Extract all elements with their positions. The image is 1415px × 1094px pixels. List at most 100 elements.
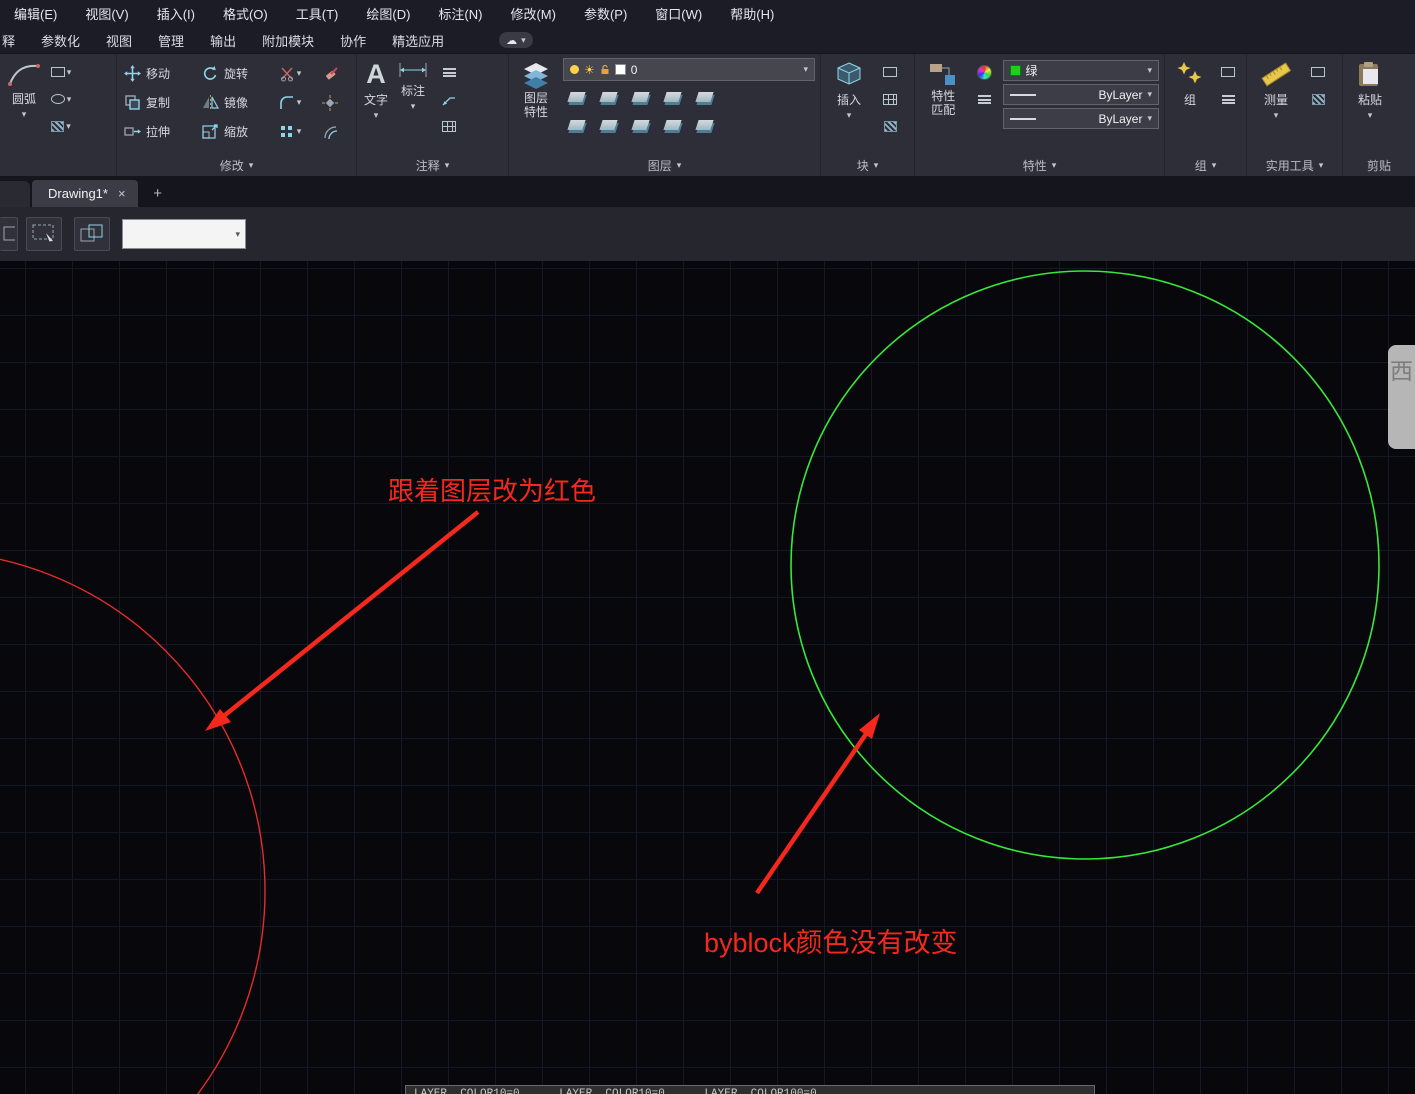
rectangle-tool[interactable]: ▾ <box>48 60 74 84</box>
insert-block-tool[interactable]: 插入 ▾ <box>826 58 872 155</box>
menu-item-format[interactable]: 格式(O) <box>209 4 282 23</box>
point-style-tool[interactable] <box>1305 87 1331 111</box>
cloud-menu-button[interactable]: ☁ ▾ <box>499 32 533 48</box>
layer-unisolate-tool[interactable] <box>595 113 621 137</box>
object-color-select[interactable]: 绿 ▾ <box>1002 60 1159 81</box>
arc-tool[interactable]: 圆弧 ▾ <box>5 58 43 155</box>
ribbon-tab-collaborate[interactable]: 协作 <box>327 31 379 50</box>
menu-item-insert[interactable]: 插入(I) <box>143 4 209 23</box>
layer-thaw-tool[interactable] <box>627 113 653 137</box>
hatch-tool[interactable]: ▾ <box>48 114 74 138</box>
offset-tool[interactable] <box>317 120 343 144</box>
clipboard-panel-button[interactable]: 剪贴 <box>1343 155 1415 176</box>
layer-select[interactable]: ☀ 0 ▾ <box>563 58 815 81</box>
ribbon-tab-output[interactable]: 输出 <box>197 31 249 50</box>
menu-item-view[interactable]: 视图(V) <box>71 4 142 23</box>
crossing-selection-button[interactable] <box>74 217 110 251</box>
green-circle[interactable] <box>790 270 1380 860</box>
layer-unlock-tool[interactable] <box>659 113 685 137</box>
annotate-panel-button[interactable]: 注释 ▾ <box>357 155 508 176</box>
move-tool[interactable]: 移动 <box>121 63 199 84</box>
groups-panel-button[interactable]: 组 ▾ <box>1165 155 1246 176</box>
rotate-tool[interactable]: 旋转 <box>199 63 277 84</box>
copy-tool[interactable]: 复制 <box>121 92 199 113</box>
erase-tool[interactable] <box>317 62 343 86</box>
trim-tool[interactable]: ▾ <box>277 62 303 86</box>
group-edit-icon <box>1221 94 1235 104</box>
window-selection-button[interactable] <box>26 217 62 251</box>
group-tool[interactable]: 组 <box>1170 58 1210 155</box>
match-properties-tool[interactable]: 特性 匹配 <box>920 58 967 155</box>
drawing-geometry <box>0 270 1380 1094</box>
scale-tool[interactable]: 缩放 <box>199 121 277 142</box>
ribbon-tab-addins[interactable]: 附加模块 <box>249 31 327 50</box>
drawing-canvas[interactable]: 跟着图层改为红色 byblock颜色没有改变 西 LAYER COLOR10=0… <box>0 261 1415 1094</box>
ribbon-tab-parametric[interactable]: 参数化 <box>28 31 93 50</box>
ribbon-tab-featured-apps[interactable]: 精选应用 <box>379 31 457 50</box>
ribbon-tab-manage[interactable]: 管理 <box>145 31 197 50</box>
block-define-tool[interactable] <box>877 114 903 138</box>
array-tool[interactable]: ▾ <box>277 120 303 144</box>
paste-tool[interactable]: 粘贴 ▾ <box>1348 58 1392 155</box>
utilities-panel-label: 实用工具 <box>1265 159 1314 173</box>
table-tool[interactable] <box>436 114 462 138</box>
ellipse-tool[interactable]: ▾ <box>48 87 74 111</box>
layer-off-tool[interactable] <box>563 85 589 109</box>
selection-tool-button-partial[interactable] <box>0 217 18 251</box>
properties-list-tool[interactable] <box>972 87 998 111</box>
dimension-tool[interactable]: 标注 ▾ <box>395 58 431 114</box>
dim-style-tool[interactable] <box>436 60 462 84</box>
layers-panel-button[interactable]: 图层 ▾ <box>509 155 820 176</box>
layer-current-tool[interactable] <box>691 113 717 137</box>
copy-tool-label: 复制 <box>146 96 171 110</box>
new-tab-button[interactable]: + <box>148 183 168 203</box>
block-edit-tool[interactable] <box>877 60 903 84</box>
menu-item-window[interactable]: 窗口(W) <box>641 4 716 23</box>
lineweight-select[interactable]: ByLayer ▾ <box>1002 108 1159 129</box>
text-tool[interactable]: A 文字 ▾ <box>362 58 390 123</box>
fillet-tool[interactable]: ▾ <box>277 91 303 115</box>
menu-item-tools[interactable]: 工具(T) <box>282 4 353 23</box>
chevron-down-icon: ▾ <box>1051 160 1057 170</box>
match-properties-label: 特性 匹配 <box>931 89 956 117</box>
layer-lock-tool[interactable] <box>659 85 685 109</box>
color-wheel-tool[interactable] <box>972 60 998 84</box>
menu-item-parametric[interactable]: 参数(P) <box>570 4 641 23</box>
utilities-panel-button[interactable]: 实用工具 ▾ <box>1247 155 1342 176</box>
group-edit-tool[interactable] <box>1215 87 1241 111</box>
layer-on-tool[interactable] <box>563 113 589 137</box>
ribbon-tab-annotate-partial[interactable]: 释 <box>0 31 28 50</box>
layer-properties-tool[interactable]: 图层 特性 <box>514 58 558 155</box>
leader-tool[interactable] <box>436 87 462 111</box>
command-history-bar[interactable]: LAYER COLOR10=0 LAYER COLOR10=0 LAYER CO… <box>405 1085 1095 1094</box>
block-attribute-tool[interactable] <box>877 87 903 111</box>
menu-item-help[interactable]: 帮助(H) <box>716 4 788 23</box>
ribbon-panel-draw: 圆弧 ▾ ▾ ▾ ▾ <box>0 54 117 176</box>
menu-item-dimension[interactable]: 标注(N) <box>424 4 496 23</box>
menu-item-edit[interactable]: 编辑(E) <box>0 4 71 23</box>
stretch-tool[interactable]: 拉伸 <box>121 121 199 142</box>
file-tab-partial[interactable] <box>0 181 30 207</box>
modify-panel-button[interactable]: 修改 ▾ <box>117 155 356 176</box>
linetype-select[interactable]: ByLayer ▾ <box>1002 84 1159 105</box>
measure-tool[interactable]: 测量 ▾ <box>1252 58 1300 155</box>
ribbon-tab-view[interactable]: 视图 <box>93 31 145 50</box>
ribbon-panel-utilities: 测量 ▾ 实用工具 ▾ <box>1247 54 1343 176</box>
close-icon[interactable]: × <box>118 186 126 201</box>
mirror-tool[interactable]: 镜像 <box>199 92 277 113</box>
layer-match-tool[interactable] <box>691 85 717 109</box>
red-circle[interactable] <box>0 551 266 1094</box>
properties-panel-button[interactable]: 特性 ▾ <box>915 155 1164 176</box>
file-tab-drawing1[interactable]: Drawing1* × <box>32 180 138 207</box>
menu-item-modify[interactable]: 修改(M) <box>496 4 570 23</box>
quick-select-tool[interactable] <box>1305 60 1331 84</box>
layer-freeze-tool[interactable] <box>627 85 653 109</box>
toolbar-combo-box[interactable]: ▾ <box>122 219 246 249</box>
ribbon-panel-layers: 图层 特性 ☀ 0 ▾ 图层 ▾ <box>509 54 821 176</box>
explode-tool[interactable] <box>317 91 343 115</box>
layer-isolate-tool[interactable] <box>595 85 621 109</box>
menu-item-draw[interactable]: 绘图(D) <box>352 4 424 23</box>
ungroup-tool[interactable] <box>1215 60 1241 84</box>
chevron-down-icon: ▾ <box>248 160 254 170</box>
block-panel-button[interactable]: 块 ▾ <box>821 155 914 176</box>
